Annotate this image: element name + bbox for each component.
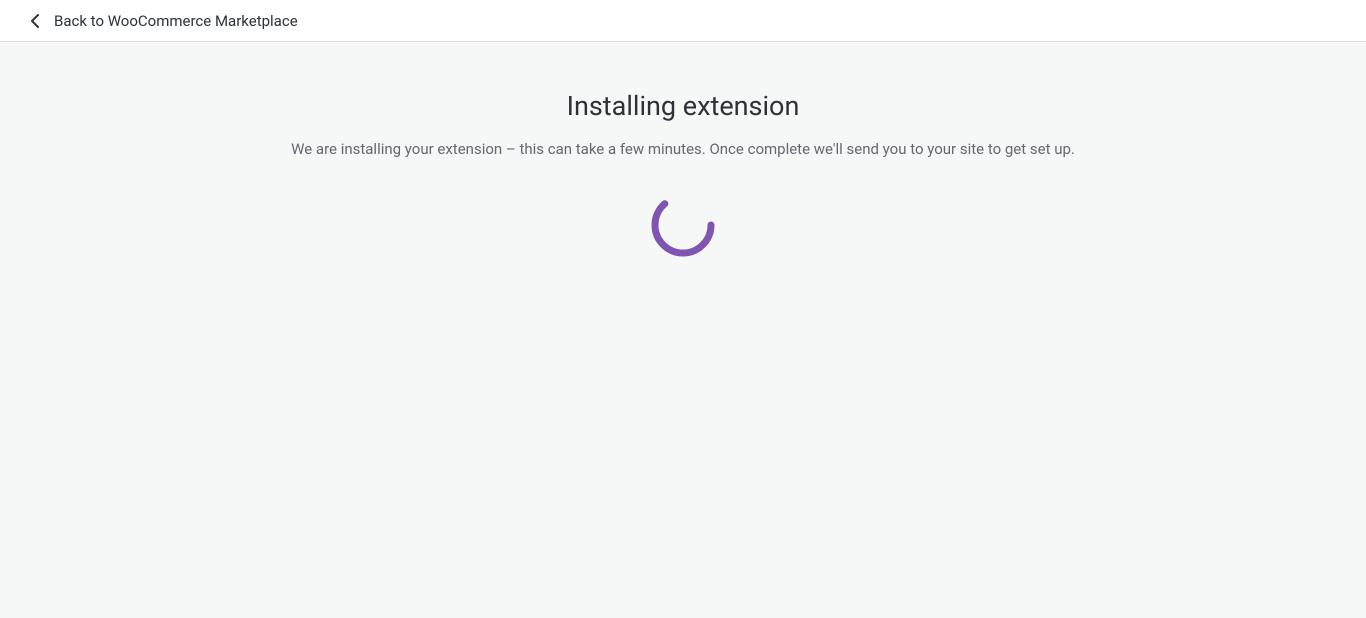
back-link-label: Back to WooCommerce Marketplace — [54, 12, 298, 30]
main-content: Installing extension We are installing y… — [0, 42, 1366, 260]
page-description: We are installing your extension – this … — [0, 140, 1366, 158]
header-bar: Back to WooCommerce Marketplace — [0, 0, 1366, 42]
spinner-container — [0, 190, 1366, 260]
back-to-marketplace-link[interactable]: Back to WooCommerce Marketplace — [30, 12, 298, 30]
page-title: Installing extension — [0, 90, 1366, 122]
chevron-left-icon — [30, 14, 40, 28]
loading-spinner-icon — [648, 190, 718, 260]
